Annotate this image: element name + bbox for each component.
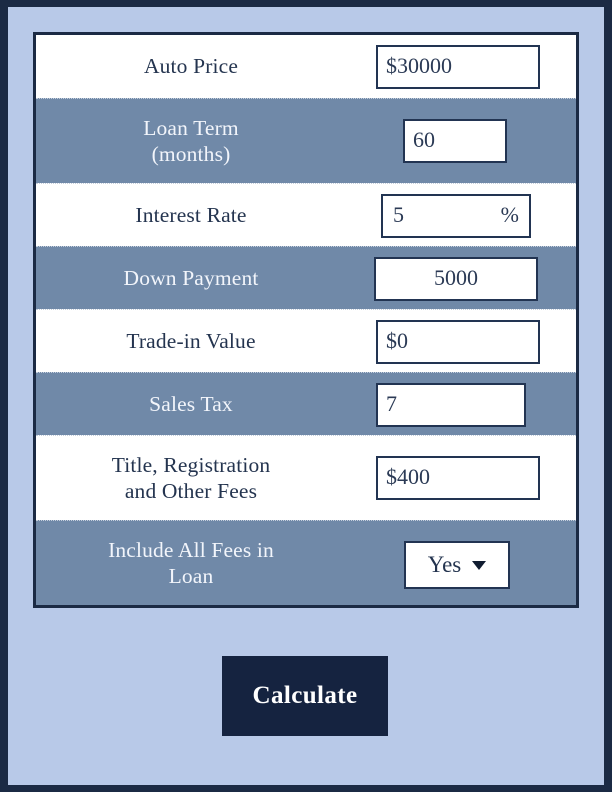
form-row-sales-tax: Sales Tax 7 bbox=[36, 372, 576, 435]
label-down-payment: Down Payment bbox=[123, 265, 259, 290]
field-cell-trade-in-value: $0 bbox=[356, 310, 576, 372]
interest-rate-value: 5 bbox=[393, 202, 404, 227]
field-cell-loan-term: 60 bbox=[356, 99, 576, 183]
label-include-all-fees: Include All Fees in Loan bbox=[36, 537, 356, 589]
page-frame: Auto Price $30000 Loan Term (months) 60 bbox=[0, 0, 612, 792]
field-cell-auto-price: $30000 bbox=[356, 35, 576, 98]
calculate-button[interactable]: Calculate bbox=[222, 656, 388, 736]
page-canvas: Auto Price $30000 Loan Term (months) 60 bbox=[8, 7, 604, 785]
form-row-loan-term: Loan Term (months) 60 bbox=[36, 98, 576, 183]
label-sales-tax: Sales Tax bbox=[149, 391, 233, 416]
down-payment-input[interactable]: 5000 bbox=[374, 257, 538, 301]
sales-tax-value: 7 bbox=[386, 391, 397, 416]
field-cell-include-all-fees: Yes bbox=[356, 521, 576, 605]
percent-symbol: % bbox=[500, 202, 519, 227]
label-auto-price: Auto Price bbox=[143, 54, 239, 79]
label-loan-term-line1: Loan Term bbox=[143, 115, 239, 140]
form-row-title-registration-fees: Title, Registration and Other Fees $400 bbox=[36, 435, 576, 520]
trade-in-value-input[interactable]: $0 bbox=[376, 320, 540, 364]
field-cell-interest-rate: 5 % bbox=[356, 184, 576, 246]
label-include-fees-line1: Include All Fees in bbox=[108, 537, 274, 562]
label-fees-line1: Title, Registration bbox=[111, 452, 271, 477]
sales-tax-input[interactable]: 7 bbox=[376, 383, 526, 427]
label-loan-term: Loan Term (months) bbox=[36, 115, 356, 167]
include-all-fees-select[interactable]: Yes bbox=[404, 541, 510, 589]
label-fees-line2: and Other Fees bbox=[124, 479, 258, 503]
loan-calculator-form: Auto Price $30000 Loan Term (months) 60 bbox=[33, 32, 579, 608]
label-title-registration-fees: Title, Registration and Other Fees bbox=[36, 452, 356, 504]
loan-term-input[interactable]: 60 bbox=[403, 119, 507, 163]
down-payment-value: 5000 bbox=[434, 265, 478, 290]
trade-in-value-value: $0 bbox=[386, 328, 408, 353]
form-row-include-all-fees: Include All Fees in Loan Yes bbox=[36, 520, 576, 605]
field-cell-down-payment: 5000 bbox=[356, 247, 576, 309]
label-loan-term-line2: (months) bbox=[151, 142, 231, 166]
form-row-down-payment: Down Payment 5000 bbox=[36, 246, 576, 309]
title-registration-fees-input[interactable]: $400 bbox=[376, 456, 540, 500]
label-include-fees-line2: Loan bbox=[168, 564, 214, 588]
form-row-interest-rate: Interest Rate 5 % bbox=[36, 183, 576, 246]
auto-price-value: $30000 bbox=[386, 53, 452, 78]
field-cell-sales-tax: 7 bbox=[356, 373, 576, 435]
field-cell-title-registration-fees: $400 bbox=[356, 436, 576, 520]
title-registration-fees-value: $400 bbox=[386, 464, 430, 489]
include-all-fees-selected-value: Yes bbox=[427, 552, 462, 577]
chevron-down-icon bbox=[472, 560, 487, 570]
label-trade-in-value: Trade-in Value bbox=[126, 328, 256, 353]
form-row-trade-in-value: Trade-in Value $0 bbox=[36, 309, 576, 372]
loan-term-value: 60 bbox=[413, 127, 435, 152]
interest-rate-input[interactable]: 5 % bbox=[381, 194, 531, 238]
form-row-auto-price: Auto Price $30000 bbox=[36, 35, 576, 98]
label-interest-rate: Interest Rate bbox=[135, 202, 247, 227]
auto-price-input[interactable]: $30000 bbox=[376, 45, 540, 89]
